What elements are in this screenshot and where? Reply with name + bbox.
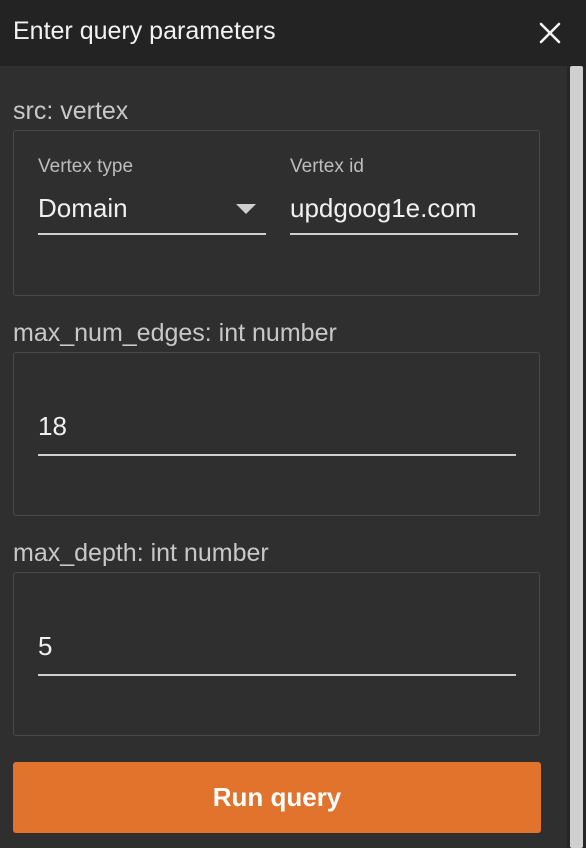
close-button[interactable] [534, 17, 566, 49]
vertex-type-value: Domain [38, 193, 128, 223]
vertex-id-underline [290, 233, 518, 235]
vertex-id-value[interactable]: updgoog1e.com [290, 193, 476, 224]
vertex-type-select[interactable]: Vertex type Domain [38, 156, 266, 236]
scrollbar-thumb[interactable] [570, 66, 583, 848]
src-section-label: src: vertex [13, 97, 129, 125]
vertex-type-underline [38, 233, 266, 235]
max-num-edges-box: 18 [13, 352, 540, 516]
scrollbar[interactable] [567, 66, 586, 848]
max-depth-box: 5 [13, 572, 540, 736]
query-parameters-dialog: Enter query parameters src: vertex Verte… [0, 0, 586, 848]
dialog-titlebar: Enter query parameters [0, 0, 586, 66]
run-query-button[interactable]: Run query [13, 762, 541, 833]
vertex-id-label: Vertex id [290, 156, 364, 177]
max-num-edges-underline [38, 454, 516, 456]
max-depth-input[interactable]: 5 [38, 631, 516, 677]
dialog-title: Enter query parameters [13, 17, 276, 45]
max-depth-value[interactable]: 5 [38, 631, 52, 662]
dropdown-arrow-icon [236, 204, 256, 214]
max-depth-underline [38, 674, 516, 676]
max-num-edges-input[interactable]: 18 [38, 411, 516, 457]
max-num-edges-label: max_num_edges: int number [13, 319, 337, 347]
close-icon [539, 22, 561, 44]
max-num-edges-value[interactable]: 18 [38, 411, 67, 442]
max-depth-label: max_depth: int number [13, 539, 269, 567]
vertex-id-input[interactable]: Vertex id updgoog1e.com [290, 156, 518, 236]
src-box: Vertex type Domain Vertex id updgoog1e.c… [13, 130, 540, 296]
vertex-type-label: Vertex type [38, 156, 134, 177]
